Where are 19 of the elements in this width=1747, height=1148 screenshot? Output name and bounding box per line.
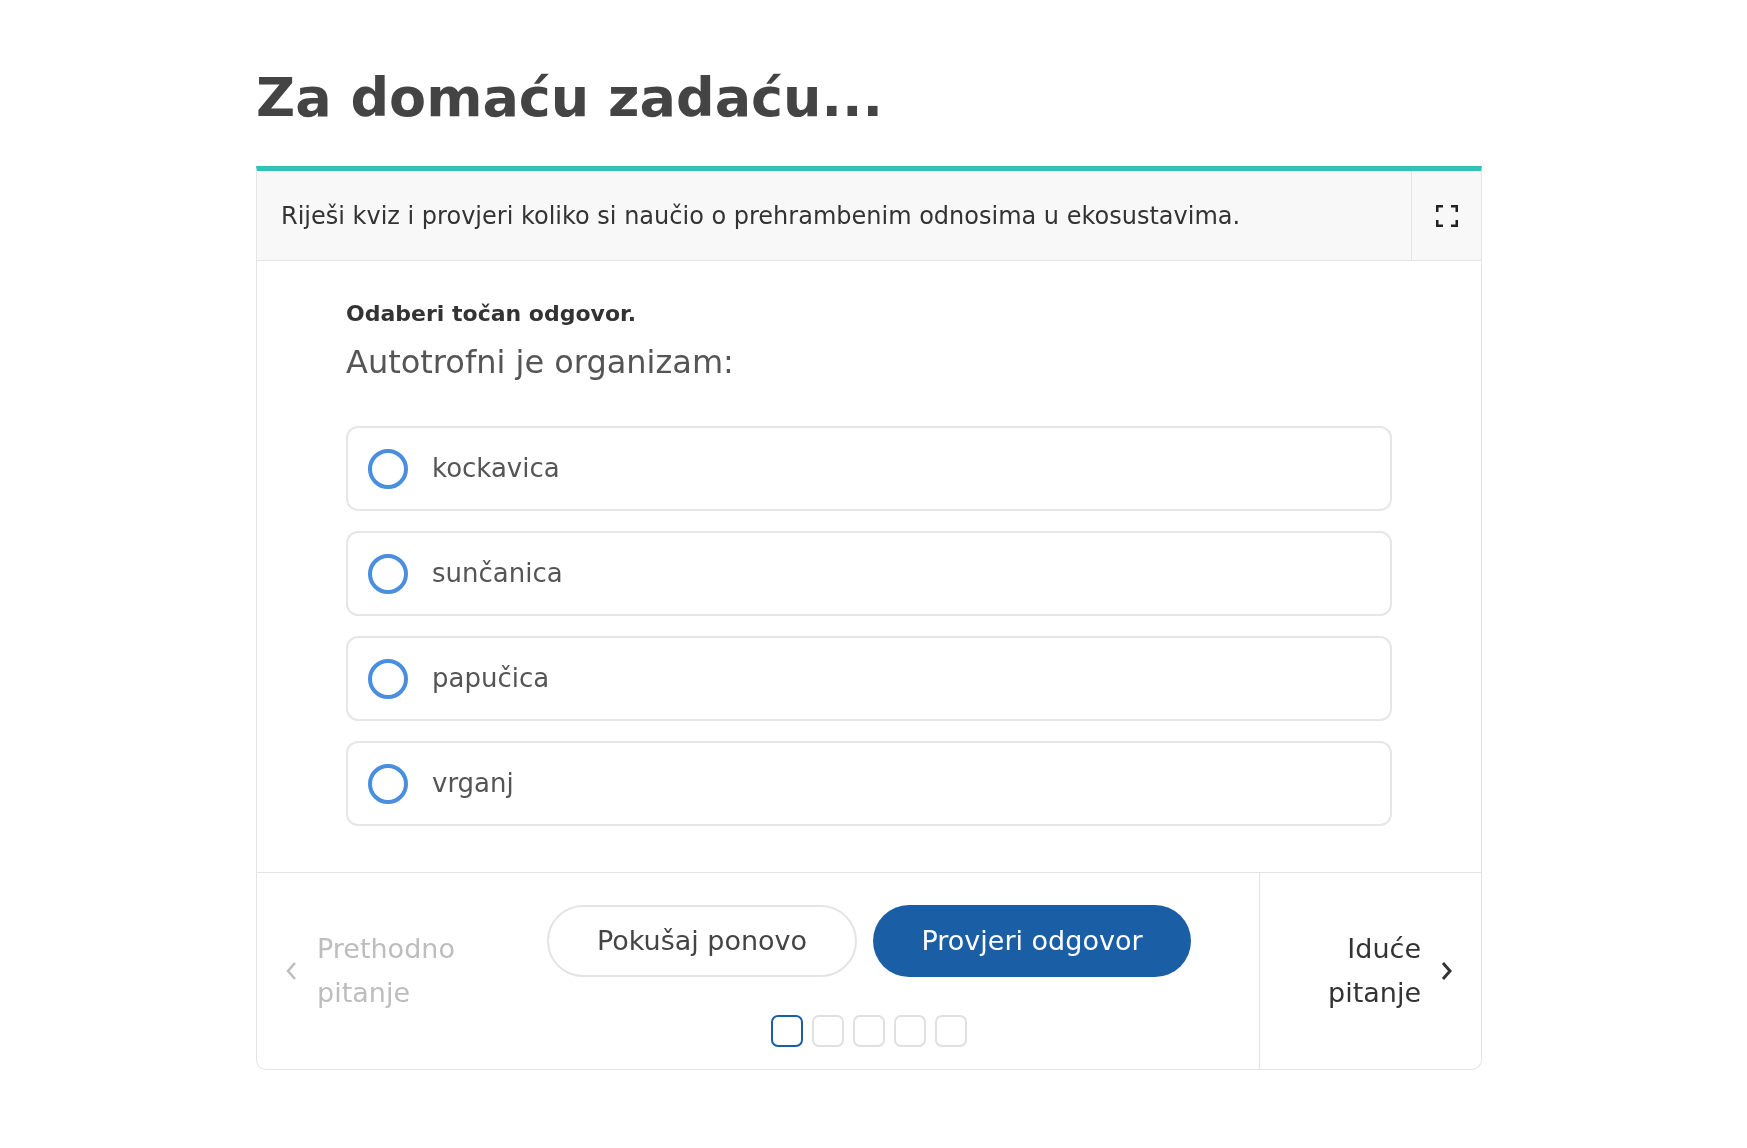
chevron-right-icon [1441,961,1453,981]
chevron-left-icon [285,961,297,981]
answer-option[interactable]: vrganj [346,741,1392,826]
answer-option[interactable]: papučica [346,636,1392,721]
answer-option[interactable]: kockavica [346,426,1392,511]
page-heading: Za domaću zadaću... [256,65,885,131]
fullscreen-icon [1435,204,1458,227]
question-text: Autotrofni je organizam: [346,342,735,383]
radio-button[interactable] [368,658,408,699]
progress-square[interactable] [771,1015,803,1047]
radio-button[interactable] [368,763,408,804]
intro-text: Riješi kviz i provjeri koliko si naučio o prehrambenim odnosima u ekosustavima. [280,200,1242,232]
radio-button[interactable] [368,448,408,489]
instruction-text: Odaberi točan odgovor. [346,300,638,328]
retry-button[interactable]: Pokušaj ponovo [547,905,857,977]
answer-option[interactable]: sunčanica [346,531,1392,616]
check-answer-button[interactable]: Provjeri odgovor [873,905,1191,977]
next-question-button[interactable]: Iduće pitanje [1328,927,1453,1015]
radio-button[interactable] [368,553,408,594]
